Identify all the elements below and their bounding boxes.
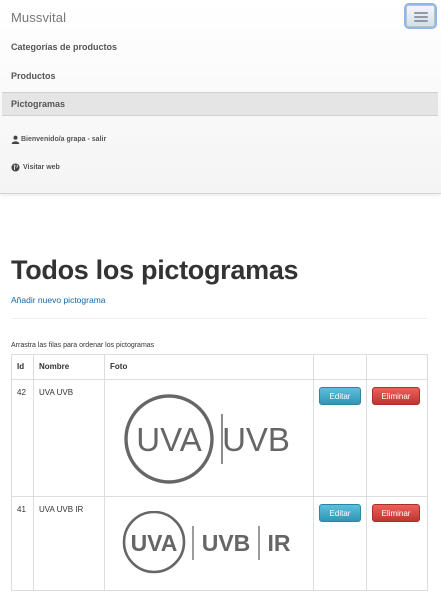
logo-text-uvb: UVB	[222, 421, 290, 458]
divider	[11, 318, 427, 319]
column-header-nombre: Nombre	[33, 354, 105, 380]
menu-icon	[414, 12, 428, 14]
user-link-label: Bienvenido/a grapa - salir	[21, 135, 107, 143]
logo-text-uva: UVA	[136, 421, 201, 458]
logo-text-uva: UVA	[131, 530, 178, 556]
menu-icon-bar	[414, 20, 428, 22]
brand[interactable]: Mussvital	[11, 10, 66, 25]
pictogram-image-uva-uvb-ir: UVA UVB IR	[122, 511, 291, 574]
nav-item-productos[interactable]: Productos	[0, 64, 441, 88]
table-row[interactable]: 42 UVA UVB UVA UVB Editar Eliminar	[11, 379, 428, 497]
column-header-delete	[366, 354, 428, 380]
delete-button[interactable]: Eliminar	[372, 387, 420, 405]
table-row[interactable]: 41 UVA UVB IR UVA UVB IR Editar Eliminar	[11, 496, 428, 591]
logo-text-uvb: UVB	[202, 530, 251, 556]
reorder-hint: Arrastra las filas para ordenar los pict…	[11, 342, 155, 349]
cell-delete: Eliminar	[366, 496, 428, 591]
cell-nombre: UVA UVB	[33, 379, 105, 497]
cell-foto: UVA UVB	[104, 379, 314, 497]
column-header-id: Id	[11, 354, 34, 380]
add-pictogram-link[interactable]: Añadir nuevo pictograma	[11, 295, 106, 305]
visit-web-link[interactable]: Visitar web	[11, 160, 60, 174]
globe-icon	[11, 162, 20, 172]
user-icon	[11, 135, 20, 144]
cell-nombre: UVA UVB IR	[33, 496, 105, 591]
table-header-row: Id Nombre Foto	[11, 354, 428, 380]
cell-edit: Editar	[313, 496, 367, 591]
user-link[interactable]: Bienvenido/a grapa - salir	[11, 132, 106, 146]
column-header-foto: Foto	[104, 354, 314, 380]
menu-toggle-button[interactable]	[406, 5, 435, 27]
pictograms-table: Id Nombre Foto 42 UVA UVB UVA UVB Editar	[11, 354, 428, 591]
page-title: Todos los pictogramas	[11, 255, 299, 285]
pictogram-image-uva-uvb: UVA UVB	[124, 394, 290, 484]
column-header-edit	[313, 354, 367, 380]
edit-button[interactable]: Editar	[319, 387, 361, 405]
cell-id: 42	[11, 379, 34, 497]
cell-delete: Eliminar	[366, 379, 428, 497]
nav-item-categorias[interactable]: Categorías de productos	[0, 35, 441, 59]
delete-button[interactable]: Eliminar	[372, 504, 420, 522]
cell-id: 41	[11, 496, 34, 591]
logo-text-ir: IR	[268, 530, 291, 556]
navbar: Mussvital Categorías de productos Produc…	[0, 0, 441, 194]
nav-item-pictogramas[interactable]: Pictogramas	[2, 92, 438, 116]
visit-web-label: Visitar web	[23, 163, 60, 171]
menu-icon-bar	[414, 16, 428, 18]
cell-edit: Editar	[313, 379, 367, 497]
cell-foto: UVA UVB IR	[104, 496, 314, 591]
edit-button[interactable]: Editar	[319, 504, 361, 522]
